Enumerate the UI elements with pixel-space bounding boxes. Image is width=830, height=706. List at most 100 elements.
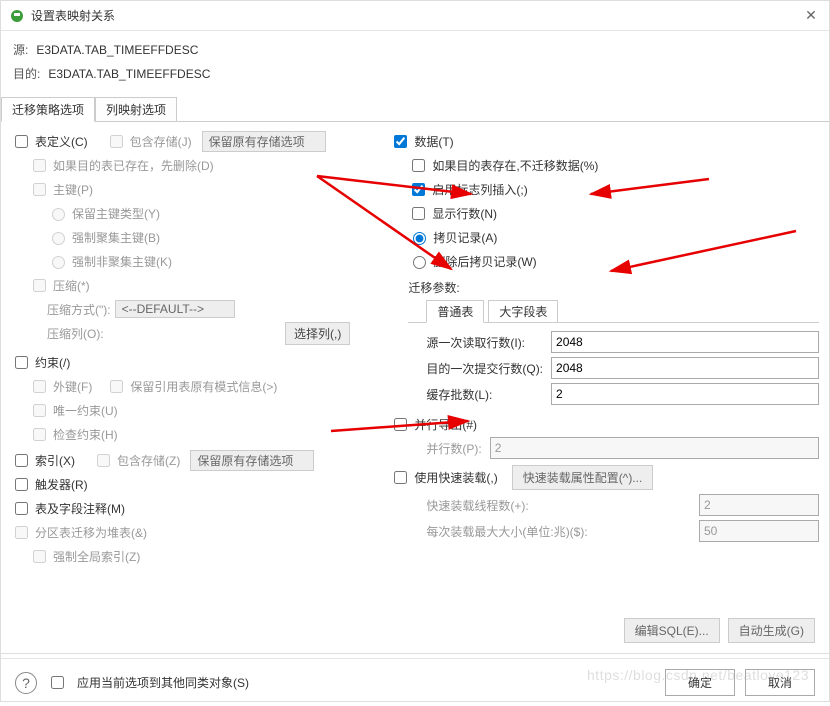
chk-inc-storage2 [97, 454, 110, 467]
target-label: 目的: [13, 64, 40, 84]
rad-force-cluster [52, 232, 65, 245]
rad-copy-rec[interactable] [413, 232, 426, 245]
chk-force-global-idx [33, 550, 46, 563]
chk-data[interactable] [394, 135, 407, 148]
lbl-table-def: 表定义(C) [35, 133, 88, 150]
chk-compress [33, 279, 46, 292]
lbl-buf-batch: 缓存批数(L): [426, 386, 543, 403]
chk-trigger[interactable] [15, 478, 28, 491]
lbl-fast-load-size: 每次装载最大大小(单位:兆)($): [426, 523, 587, 540]
lbl-keep-pk: 保留主键类型(Y) [72, 205, 160, 222]
lbl-force-global-idx: 强制全局索引(Z) [53, 548, 140, 565]
sel-storage: 保留原有存储选项 [202, 131, 326, 152]
btn-fast-load-cfg: 快速装载属性配置(^)... [512, 465, 654, 490]
chk-parallel[interactable] [394, 418, 407, 431]
lbl-src-fetch: 源一次读取行数(I): [426, 334, 543, 351]
lbl-enable-identity: 启用标志列插入(;) [432, 181, 527, 198]
inp-src-fetch[interactable] [551, 331, 819, 353]
close-icon[interactable]: ✕ [801, 7, 821, 24]
chk-comment[interactable] [15, 502, 28, 515]
tab-normal-table[interactable]: 普通表 [426, 300, 484, 323]
inp-dst-commit[interactable] [551, 357, 819, 379]
lbl-inc-storage: 包含存储(J) [130, 133, 192, 150]
lbl-del-after-copy: 删除后拷贝记录(W) [433, 253, 536, 270]
chk-inc-storage [110, 135, 123, 148]
chk-skip-if-exist[interactable] [412, 159, 425, 172]
left-column: 表定义(C) 包含存储(J) 保留原有存储选项 如果目的表已存在，先删除(D) … [11, 130, 350, 612]
chk-show-rows[interactable] [412, 207, 425, 220]
target-value: E3DATA.TAB_TIMEEFFDESC [48, 64, 210, 84]
lbl-constraints: 约束(/) [35, 354, 70, 371]
lbl-copy-rec: 拷贝记录(A) [433, 229, 497, 246]
lbl-keep-schema: 保留引用表原有模式信息(>) [130, 378, 277, 395]
chk-fk [33, 380, 46, 393]
lbl-force-noncluster: 强制非聚集主键(K) [72, 253, 172, 270]
chk-drop-if-exist [33, 159, 46, 172]
lbl-fast-load: 使用快速装载(,) [414, 469, 497, 486]
tab-migration-policy[interactable]: 迁移策略选项 [1, 97, 95, 122]
window-title: 设置表映射关系 [31, 7, 801, 24]
chk-constraints[interactable] [15, 356, 28, 369]
lbl-trigger: 触发器(R) [35, 476, 88, 493]
lbl-pk: 主键(P) [53, 181, 93, 198]
lbl-unique: 唯一约束(U) [53, 402, 118, 419]
lbl-check: 检查约束(H) [53, 426, 118, 443]
lbl-mig-params: 迁移参数: [408, 279, 459, 296]
chk-check [33, 428, 46, 441]
footer1: 编辑SQL(E)... 自动生成(G) [1, 612, 829, 649]
inp-fast-load-size [699, 520, 819, 542]
btn-cancel[interactable]: 取消 [745, 669, 815, 696]
source-value: E3DATA.TAB_TIMEEFFDESC [36, 40, 198, 60]
rad-keep-pk [52, 208, 65, 221]
right-column: 数据(T) 如果目的表存在,不迁移数据(%) 启用标志列插入(;) 显示行数(N… [390, 130, 819, 612]
app-icon [9, 8, 25, 24]
lbl-data: 数据(T) [414, 133, 453, 150]
chk-apply-all[interactable] [51, 676, 64, 689]
btn-select-col: 选择列(,) [285, 322, 350, 345]
chk-enable-identity[interactable] [412, 183, 425, 196]
lbl-inc-storage2: 包含存储(Z) [117, 452, 180, 469]
chk-keep-schema [110, 380, 123, 393]
lbl-compress: 压缩(*) [53, 277, 90, 294]
lbl-compress-col: 压缩列(O): [47, 325, 104, 342]
lbl-apply-all: 应用当前选项到其他同类对象(S) [77, 674, 249, 691]
chk-index[interactable] [15, 454, 28, 467]
inp-parallel-count [490, 437, 819, 459]
footer2: ? 应用当前选项到其他同类对象(S) 确定 取消 [1, 658, 829, 706]
rad-force-noncluster [52, 256, 65, 269]
chk-table-def[interactable] [15, 135, 28, 148]
header-block: 源: E3DATA.TAB_TIMEEFFDESC 目的: E3DATA.TAB… [1, 31, 829, 91]
rad-del-after-copy[interactable] [413, 256, 426, 269]
btn-auto-gen[interactable]: 自动生成(G) [728, 618, 815, 643]
lbl-fast-load-threads: 快速装载线程数(+): [426, 497, 587, 514]
lbl-comment: 表及字段注释(M) [35, 500, 125, 517]
btn-edit-sql[interactable]: 编辑SQL(E)... [624, 618, 720, 643]
inp-fast-load-threads [699, 494, 819, 516]
lbl-part2heap: 分区表迁移为堆表(&) [35, 524, 147, 541]
sel-compress-mode: <--DEFAULT--> [115, 300, 235, 318]
chk-part2heap [15, 526, 28, 539]
tab-column-map[interactable]: 列映射选项 [95, 97, 177, 121]
help-icon[interactable]: ? [15, 672, 37, 694]
btn-ok[interactable]: 确定 [665, 669, 735, 696]
tab-lob-table[interactable]: 大字段表 [488, 300, 558, 323]
main-tabs: 迁移策略选项 列映射选项 [1, 97, 829, 122]
chk-pk [33, 183, 46, 196]
lbl-compress-mode: 压缩方式("): [47, 301, 111, 318]
form-body: 表定义(C) 包含存储(J) 保留原有存储选项 如果目的表已存在，先删除(D) … [1, 122, 829, 612]
source-label: 源: [13, 40, 28, 60]
lbl-skip-if-exist: 如果目的表存在,不迁移数据(%) [432, 157, 598, 174]
title-bar: 设置表映射关系 ✕ [1, 1, 829, 31]
param-tabs: 普通表 大字段表 [408, 300, 819, 323]
sel-storage2: 保留原有存储选项 [190, 450, 314, 471]
lbl-show-rows: 显示行数(N) [432, 205, 497, 222]
chk-fast-load[interactable] [394, 471, 407, 484]
chk-unique [33, 404, 46, 417]
lbl-drop-if-exist: 如果目的表已存在，先删除(D) [53, 157, 214, 174]
lbl-force-cluster: 强制聚集主键(B) [72, 229, 160, 246]
lbl-fk: 外键(F) [53, 378, 92, 395]
inp-buf-batch[interactable] [551, 383, 819, 405]
lbl-parallel: 并行导出(#) [414, 416, 477, 433]
lbl-parallel-count: 并行数(P): [426, 440, 481, 457]
lbl-index: 索引(X) [35, 452, 75, 469]
